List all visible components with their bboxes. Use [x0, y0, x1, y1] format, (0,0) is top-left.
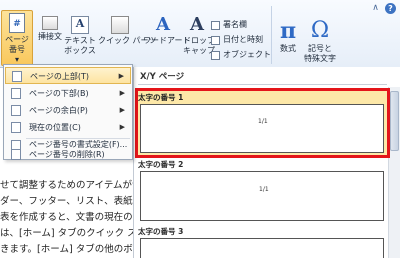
menu-item-label: ページの余白(P) [29, 106, 88, 115]
ribbon: ∧ ? # ページ 番号 ▾ 挿接文 A テキスト ボックス クイック パーツ … [0, 0, 400, 68]
menu-item-label: ページの上部(T) [30, 72, 89, 81]
submenu-arrow-icon: ▶ [119, 106, 125, 114]
date-time-button[interactable]: 日付と時刻 [211, 35, 263, 45]
menu-item-page-margins[interactable]: ページの余白(P) ▶ [5, 102, 131, 119]
date-time-label: 日付と時刻 [223, 35, 263, 44]
document-line: 表を作成すると、文書の現在の体 [0, 212, 140, 223]
document-line: は、[ホーム] タブのクイック ス [0, 228, 137, 239]
drop-cap-icon: A [190, 14, 204, 35]
quick-parts-button[interactable]: クイック パーツ [98, 16, 157, 46]
document-body[interactable]: せて調整するためのアイテムが含 ダー、フッター、リスト、表紙や 表を作成すると、… [0, 178, 140, 258]
menu-item-label: ページの下部(B) [29, 89, 89, 98]
menu-item-label: ページ番号の書式設定(F)... [29, 140, 128, 149]
word-art-button[interactable]: A ワードアート [143, 14, 191, 46]
text-box-label-2: ボックス [64, 46, 96, 55]
word-art-icon: A [156, 14, 170, 35]
document-line: きます。[ホーム] タブの他のボタ [0, 244, 140, 255]
symbol-label-2: 特殊文字 [304, 54, 336, 63]
menu-separator [26, 138, 130, 139]
submenu-arrow-icon: ▶ [119, 89, 125, 97]
divider [138, 84, 387, 85]
equation-label: 数式 [280, 44, 296, 53]
submenu-arrow-icon: ▶ [119, 123, 125, 131]
gallery-category-label: X/Y ページ [140, 72, 185, 82]
object-icon [211, 50, 220, 60]
menu-item-current-position[interactable]: 現在の位置(C) ▶ [5, 119, 131, 136]
gallery-item-label: 太字の番号 2 [138, 160, 184, 169]
drop-cap-button[interactable]: A ドロップ キャップ [183, 14, 215, 56]
gallery-item-preview[interactable] [140, 238, 384, 258]
page-bottom-icon [11, 88, 21, 99]
menu-item-top-of-page[interactable]: ページの上部(T) ▶ [5, 67, 131, 84]
omega-icon: Ω [310, 18, 330, 43]
object-button[interactable]: オブジェクト [211, 50, 271, 60]
page-top-icon [12, 71, 22, 82]
current-position-icon [11, 122, 21, 133]
page-margin-icon [11, 105, 21, 116]
text-box-label: テキスト [64, 36, 96, 45]
remove-page-number-icon [11, 149, 21, 160]
page-number-button[interactable]: # ページ 番号 ▾ [1, 10, 33, 66]
document-line: せて調整するためのアイテムが含 [0, 180, 140, 191]
window-controls: ∧ ? [370, 3, 396, 14]
menu-item-label: ページ番号の削除(R) [29, 150, 105, 159]
submenu-arrow-icon: ▶ [118, 72, 124, 80]
symbol-label: 記号と [308, 44, 332, 53]
help-icon[interactable]: ? [385, 3, 396, 14]
signature-line-label: 署名欄 [223, 20, 247, 29]
gallery-item-label: 太字の番号 3 [138, 227, 184, 236]
object-label: オブジェクト [223, 50, 271, 59]
page-number-menu: ページの上部(T) ▶ ページの下部(B) ▶ ページの余白(P) ▶ 現在の位… [3, 64, 133, 160]
quick-parts-icon [111, 16, 129, 34]
quick-parts-label: クイック パーツ [98, 36, 157, 45]
preview-page-number: 1/1 [259, 186, 269, 193]
gallery-item-preview[interactable]: 1/1 [140, 171, 384, 221]
menu-item-remove-page-numbers[interactable]: ページ番号の削除(R) [5, 149, 131, 160]
text-box-icon: A [71, 16, 89, 34]
gallery-category-header: X/Y ページ [134, 67, 400, 87]
page-number-label: ページ [5, 35, 29, 44]
page-number-label-2: 番号 [9, 45, 25, 54]
menu-item-bottom-of-page[interactable]: ページの下部(B) ▶ [5, 85, 131, 102]
scrollbar-thumb[interactable] [390, 91, 399, 151]
signature-line-icon [211, 20, 220, 30]
word-art-label: ワードアート [143, 36, 191, 45]
ribbon-separator [271, 6, 272, 64]
insert-text-icon [42, 16, 58, 30]
document-line: ダー、フッター、リスト、表紙や [0, 196, 140, 207]
equation-button[interactable]: π 数式 [276, 20, 300, 54]
drop-cap-label-2: キャップ [183, 46, 215, 55]
minimize-ribbon-icon[interactable]: ∧ [370, 3, 381, 14]
highlight-frame [135, 88, 390, 158]
text-box-button[interactable]: A テキスト ボックス [64, 16, 96, 56]
insert-text-button[interactable]: 挿接文 [37, 16, 63, 42]
menu-item-label: 現在の位置(C) [29, 123, 81, 132]
page-number-icon: # [9, 13, 25, 33]
signature-line-button[interactable]: 署名欄 [211, 20, 247, 30]
symbol-button[interactable]: Ω 記号と 特殊文字 [302, 20, 338, 64]
insert-text-label: 挿接文 [38, 32, 62, 41]
drop-cap-label: ドロップ [183, 36, 215, 45]
calendar-icon [211, 35, 220, 45]
pi-icon: π [279, 18, 297, 44]
